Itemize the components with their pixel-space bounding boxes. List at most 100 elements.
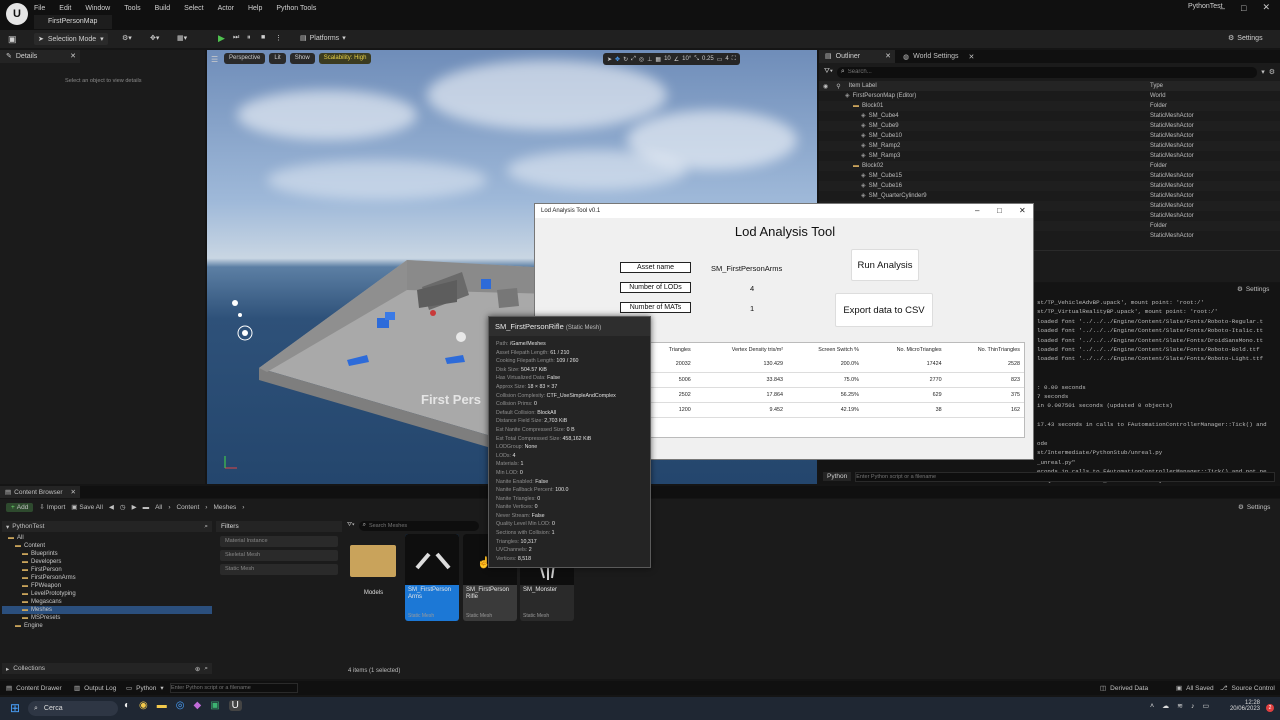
folder-tree-item[interactable]: ▬ Developers: [2, 558, 212, 566]
search-icon[interactable]: ⌕: [204, 523, 208, 531]
outliner-row[interactable]: ◈ SM_Cube9 StaticMeshActor: [819, 121, 1280, 131]
menu-help[interactable]: Help: [248, 5, 262, 12]
outliner-row[interactable]: ▬ Block02 Folder: [819, 161, 1280, 171]
save-icon[interactable]: ▣: [8, 34, 17, 45]
edge-icon[interactable]: ◎: [176, 700, 185, 711]
menu-actor[interactable]: Actor: [218, 5, 234, 12]
cinematics-icon[interactable]: ▦▾: [177, 34, 187, 42]
folder-tree-item[interactable]: ▬ LevelPrototyping: [2, 590, 212, 598]
output-log-button[interactable]: ▥ Output Log: [74, 684, 116, 693]
outliner-row[interactable]: ◈ SM_QuarterCylinder9 StaticMeshActor: [819, 191, 1280, 201]
close-icon[interactable]: ✕: [969, 53, 975, 61]
windows-start-icon[interactable]: ⊞: [10, 701, 20, 715]
menu-build[interactable]: Build: [155, 5, 171, 12]
content-browser-tab[interactable]: ▤ Content Browser ✕: [0, 486, 80, 498]
folder-tree-item[interactable]: ▬ Blueprints: [2, 550, 212, 558]
maximize-icon[interactable]: □: [1241, 3, 1246, 13]
content-drawer-button[interactable]: ▤ Content Drawer: [6, 684, 62, 693]
scale-snap-value[interactable]: 0.25: [702, 56, 714, 62]
menu-tools[interactable]: Tools: [124, 5, 140, 12]
outliner-row[interactable]: ◈ SM_Cube15 StaticMeshActor: [819, 171, 1280, 181]
pin-icon[interactable]: ⚲: [836, 83, 840, 90]
breadcrumb-content[interactable]: Content: [176, 504, 199, 511]
world-settings-tab[interactable]: ◍ World Settings ✕: [895, 53, 974, 61]
log-cmd-input[interactable]: [855, 471, 1275, 482]
back-icon[interactable]: ◀: [109, 503, 114, 511]
selection-mode-dropdown[interactable]: ➤ Selection Mode ▾: [34, 33, 108, 45]
close-icon[interactable]: ✕: [1262, 2, 1270, 13]
collections-header[interactable]: ▸ Collections ⊕ ⌕: [2, 663, 212, 674]
step-icon[interactable]: ⏭: [233, 34, 239, 42]
rotation-snap-icon[interactable]: ∠: [674, 56, 679, 63]
folder-tree-item[interactable]: ▬ MSPresets: [2, 614, 212, 622]
cmd-mode-button[interactable]: ▭ Python ▾: [126, 684, 164, 693]
platforms-dropdown[interactable]: ▤ Platforms ▾: [300, 34, 346, 43]
asset-tile-arms[interactable]: SM_FirstPerson Arms Static Mesh: [405, 534, 459, 621]
filter-chip[interactable]: Skeletal Mesh: [220, 550, 338, 561]
surface-snap-icon[interactable]: ⊥: [647, 56, 652, 63]
camera-speed-value[interactable]: 4: [725, 56, 728, 62]
asset-search[interactable]: ⌕: [358, 520, 479, 531]
add-filter-icon[interactable]: ▾: [1261, 68, 1265, 76]
folder-tree-item[interactable]: ▬ All: [2, 534, 212, 542]
app-icon[interactable]: ◆: [194, 700, 202, 711]
folder-tree-item[interactable]: ▬ FirstPersonArms: [2, 574, 212, 582]
models-folder[interactable]: [350, 541, 397, 577]
unreal-logo-icon[interactable]: U: [6, 3, 28, 25]
close-icon[interactable]: ✕: [71, 488, 76, 496]
derived-data-button[interactable]: ◫ Derived Data: [1100, 684, 1148, 693]
add-collection-icon[interactable]: ⊕: [195, 665, 200, 673]
folder-tree-item[interactable]: ▬ Engine: [2, 622, 212, 630]
lit-button[interactable]: Lit: [269, 53, 286, 64]
log-settings-button[interactable]: ⚙ Settings: [1237, 285, 1269, 294]
cmd-input[interactable]: [170, 683, 298, 693]
export-csv-button[interactable]: Export data to CSV: [835, 293, 933, 327]
speaker-icon[interactable]: ♪: [1191, 703, 1195, 710]
outliner-search[interactable]: ⌕: [836, 66, 1258, 78]
outliner-settings-icon[interactable]: ⚙: [1269, 68, 1275, 76]
add-button[interactable]: + Add: [6, 502, 34, 512]
col-item-label[interactable]: Item Label: [849, 83, 877, 89]
chrome-icon[interactable]: ◉: [139, 700, 148, 711]
outliner-search-input[interactable]: [847, 69, 1148, 75]
close-icon[interactable]: ✕: [70, 50, 76, 63]
rotate-icon[interactable]: ↻: [623, 56, 628, 63]
chevron-up-icon[interactable]: ˄: [1150, 703, 1154, 710]
scale-snap-icon[interactable]: ⤡: [694, 56, 699, 63]
world-icon[interactable]: ◎: [639, 56, 644, 63]
grid-snap-icon[interactable]: ▦: [655, 56, 661, 63]
outliner-row[interactable]: ◈ SM_Cube16 StaticMeshActor: [819, 181, 1280, 191]
outliner-row[interactable]: ◈ FirstPersonMap (Editor) World: [819, 91, 1280, 101]
all-saved-button[interactable]: ▣ All Saved: [1176, 684, 1214, 693]
notification-badge-icon[interactable]: 2: [1266, 704, 1274, 712]
menu-python-tools[interactable]: Python Tools: [276, 5, 316, 12]
close-icon[interactable]: ✕: [885, 50, 891, 63]
folder-tree-item[interactable]: ▬ Megascans: [2, 598, 212, 606]
history-icon[interactable]: ◷: [120, 503, 126, 511]
filter-chip[interactable]: Static Mesh: [220, 564, 338, 575]
blueprint-icon[interactable]: ⚙▾: [122, 34, 132, 42]
breadcrumb-all[interactable]: All: [155, 504, 162, 511]
log-cmd-mode[interactable]: Python: [823, 472, 852, 481]
menu-window[interactable]: Window: [85, 5, 110, 12]
task-view-icon[interactable]: ◐: [124, 700, 130, 711]
battery-icon[interactable]: ▭: [1202, 702, 1209, 710]
menu-edit[interactable]: Edit: [59, 5, 71, 12]
maximize-viewport-icon[interactable]: ⛶: [732, 56, 736, 63]
pause-icon[interactable]: ⏸: [247, 34, 251, 42]
play-icon[interactable]: ▶: [218, 33, 225, 44]
details-tab[interactable]: ✎ Details ✕: [0, 50, 80, 63]
app-icon[interactable]: ▣: [210, 700, 219, 711]
folder-tree-item[interactable]: ▬ Meshes: [2, 606, 212, 614]
folder-tree-item[interactable]: ▬ FPWeapon: [2, 582, 212, 590]
select-icon[interactable]: ➤: [607, 56, 612, 63]
search-icon[interactable]: ⌕: [204, 665, 208, 673]
close-icon[interactable]: ✕: [1019, 204, 1026, 218]
visibility-icon[interactable]: ◉: [823, 83, 828, 90]
breadcrumb-meshes[interactable]: Meshes: [213, 504, 236, 511]
project-tree-header[interactable]: ▾ PythonTest ⌕: [2, 521, 212, 532]
folder-tree-item[interactable]: ▬ Content: [2, 542, 212, 550]
outliner-row[interactable]: ◈ SM_Ramp3 StaticMeshActor: [819, 151, 1280, 161]
menu-select[interactable]: Select: [184, 5, 203, 12]
maximize-icon[interactable]: □: [997, 204, 1002, 218]
